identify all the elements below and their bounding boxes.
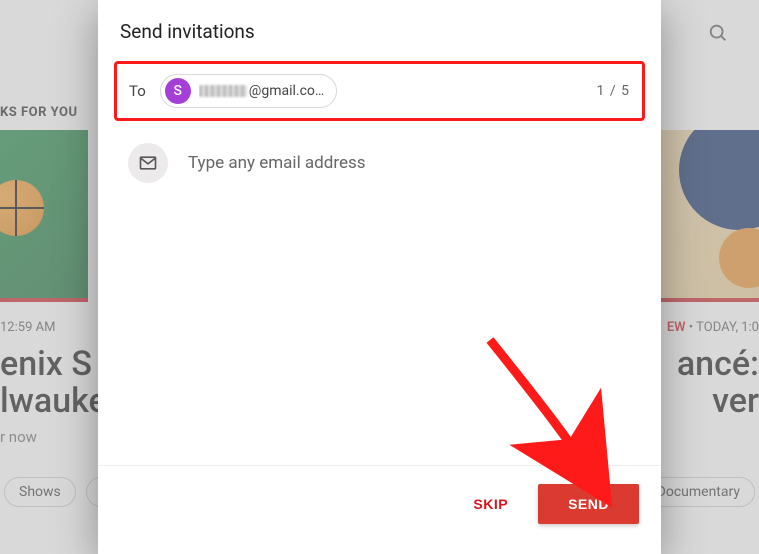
left-item-sub: r now — [0, 428, 37, 446]
send-invitations-dialog: Send invitations To S @gmail.co… 1 / 5 T… — [98, 0, 661, 554]
hero-tile-left[interactable] — [0, 130, 88, 302]
to-field-highlight[interactable]: To S @gmail.co… 1 / 5 — [114, 61, 645, 121]
dialog-title: Send invitations — [98, 0, 661, 61]
to-label: To — [129, 82, 146, 100]
left-item-meta: 12:59 AM — [0, 320, 55, 335]
dialog-actions: SKIP SEND — [98, 466, 661, 554]
search-icon[interactable] — [707, 22, 729, 48]
recipient-chip[interactable]: S @gmail.co… — [160, 74, 338, 108]
send-button[interactable]: SEND — [538, 484, 639, 524]
chip-shows[interactable]: Shows — [4, 477, 76, 507]
redacted-text — [199, 85, 247, 97]
recipient-avatar: S — [165, 78, 191, 104]
recipient-email: @gmail.co… — [199, 83, 325, 99]
skip-button[interactable]: SKIP — [465, 488, 516, 520]
right-item-meta: EW • TODAY, 1:0 — [667, 320, 759, 335]
section-label: KS FOR YOU — [0, 105, 78, 120]
recipient-counter: 1 / 5 — [597, 83, 630, 99]
right-item-title: ancé: ver — [677, 346, 759, 421]
email-input-placeholder: Type any email address — [188, 153, 366, 173]
email-input-row[interactable]: Type any email address — [98, 129, 661, 183]
mail-icon — [128, 143, 168, 183]
